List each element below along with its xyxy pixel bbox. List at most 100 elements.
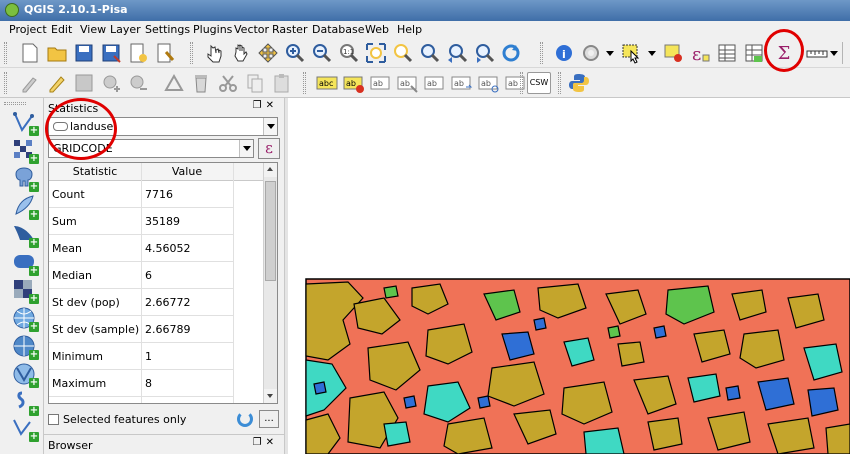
new-shapefile-layer-button[interactable]: + <box>12 416 39 442</box>
zoom-to-selection-icon[interactable] <box>392 42 414 64</box>
highlight-pinned-labels-icon[interactable]: ab <box>397 72 419 94</box>
table-row[interactable]: Median 6 <box>49 262 233 289</box>
pin-labels-icon[interactable]: ab <box>370 72 392 94</box>
pan-map-icon[interactable] <box>230 42 252 64</box>
cut-features-icon[interactable] <box>217 72 239 94</box>
refresh-icon[interactable] <box>500 42 522 64</box>
add-virtual-layer-button[interactable]: + <box>12 278 39 304</box>
toolbar-grip[interactable] <box>4 42 7 64</box>
add-wcs-layer-button[interactable]: + <box>12 334 39 360</box>
panel-float-close-icon[interactable]: ❐✕ <box>253 100 278 111</box>
column-header-value[interactable]: Value <box>141 165 233 178</box>
identify-features-icon[interactable]: i <box>553 42 575 64</box>
toolbar-grip[interactable] <box>190 42 193 64</box>
toolbar-grip[interactable] <box>520 72 523 94</box>
add-mssql-layer-button[interactable]: + <box>12 222 39 248</box>
delete-selected-icon[interactable] <box>190 72 212 94</box>
menu-view[interactable]: View <box>80 23 106 36</box>
menu-plugins[interactable]: Plugins <box>193 23 232 36</box>
table-row[interactable]: St dev (sample) 2.66789 <box>49 316 233 343</box>
measure-dropdown-icon[interactable] <box>830 51 838 56</box>
zoom-full-icon[interactable] <box>365 42 387 64</box>
add-spatialite-layer-button[interactable]: + <box>12 194 39 220</box>
toolbar-grip[interactable] <box>4 102 26 105</box>
toolbar-grip[interactable] <box>558 72 561 94</box>
table-row[interactable]: Sum 35189 <box>49 208 233 235</box>
zoom-to-layer-icon[interactable] <box>419 42 441 64</box>
composer-manager-icon[interactable] <box>154 42 176 64</box>
move-feature-icon[interactable] <box>127 72 149 94</box>
new-project-icon[interactable] <box>19 42 41 64</box>
measure-line-icon[interactable] <box>806 42 828 64</box>
deselect-features-icon[interactable] <box>662 42 684 64</box>
current-edits-icon[interactable] <box>19 72 41 94</box>
show-hide-labels-icon[interactable]: ab <box>424 72 446 94</box>
toolbar-grip[interactable] <box>4 72 7 94</box>
add-feature-icon[interactable] <box>100 72 122 94</box>
new-print-composer-icon[interactable] <box>127 42 149 64</box>
toolbar-grip[interactable] <box>540 42 543 64</box>
table-row[interactable]: Mean 4.56052 <box>49 235 233 262</box>
more-options-button[interactable]: ... <box>259 410 279 428</box>
node-tool-icon[interactable] <box>163 72 185 94</box>
selected-features-only-checkbox[interactable] <box>48 414 59 425</box>
layer-labeling-icon[interactable]: abc <box>316 72 338 94</box>
chevron-down-icon[interactable] <box>263 118 277 135</box>
scrollbar-thumb[interactable] <box>265 181 276 281</box>
scroll-up-icon[interactable] <box>264 163 277 177</box>
python-console-icon[interactable] <box>568 72 590 94</box>
toggle-editing-icon[interactable] <box>46 72 68 94</box>
copy-features-icon[interactable] <box>244 72 266 94</box>
zoom-out-icon[interactable] <box>311 42 333 64</box>
table-row[interactable]: Maximum 8 <box>49 370 233 397</box>
zoom-in-icon[interactable] <box>284 42 306 64</box>
run-action-dropdown-icon[interactable] <box>606 51 614 56</box>
label-settings-icon[interactable]: ab <box>343 72 365 94</box>
scroll-down-icon[interactable] <box>264 389 277 403</box>
zoom-native-resolution-icon[interactable]: 1:1 <box>338 42 360 64</box>
toolbar-grip[interactable] <box>303 72 306 94</box>
run-action-icon[interactable] <box>580 42 602 64</box>
menu-vector[interactable]: Vector <box>234 23 269 36</box>
table-scrollbar[interactable] <box>263 163 277 403</box>
field-calculator-icon[interactable] <box>743 42 765 64</box>
table-row[interactable]: Count 7716 <box>49 181 233 208</box>
menu-layer[interactable]: Layer <box>110 23 141 36</box>
add-postgis-layer-button[interactable]: + <box>12 166 39 192</box>
select-dropdown-icon[interactable] <box>648 51 656 56</box>
csw-button[interactable]: CSW <box>527 72 551 94</box>
open-project-icon[interactable] <box>46 42 68 64</box>
zoom-next-icon[interactable] <box>473 42 495 64</box>
expression-builder-button[interactable]: ε <box>258 138 280 159</box>
table-row[interactable]: Minimum 1 <box>49 343 233 370</box>
add-oracle-layer-button[interactable]: + <box>12 250 39 276</box>
save-project-icon[interactable] <box>73 42 95 64</box>
chevron-down-icon[interactable] <box>239 140 253 157</box>
menu-database[interactable]: Database <box>312 23 365 36</box>
zoom-last-icon[interactable] <box>446 42 468 64</box>
column-header-statistic[interactable]: Statistic <box>49 165 141 178</box>
save-as-icon[interactable] <box>100 42 122 64</box>
select-features-icon[interactable] <box>620 42 642 64</box>
map-canvas[interactable] <box>288 98 850 454</box>
add-wms-layer-button[interactable]: + <box>12 306 39 332</box>
menu-web[interactable]: Web <box>365 23 389 36</box>
rotate-label-icon[interactable]: ab <box>478 72 500 94</box>
menu-edit[interactable]: Edit <box>51 23 72 36</box>
panel-float-close-icon[interactable]: ❐✕ <box>253 437 278 448</box>
attribute-table-icon[interactable] <box>716 42 738 64</box>
menu-settings[interactable]: Settings <box>145 23 190 36</box>
add-raster-layer-button[interactable]: + <box>12 138 39 164</box>
pan-to-selection-icon[interactable] <box>257 42 279 64</box>
paste-features-icon[interactable] <box>271 72 293 94</box>
menu-help[interactable]: Help <box>397 23 422 36</box>
save-layer-edits-icon[interactable] <box>73 72 95 94</box>
table-row[interactable]: St dev (pop) 2.66772 <box>49 289 233 316</box>
add-wfs-layer-button[interactable]: + <box>12 362 39 388</box>
touch-zoom-icon[interactable] <box>203 42 225 64</box>
change-label-icon[interactable]: ab <box>505 72 527 94</box>
select-by-expression-icon[interactable]: ε <box>689 42 711 64</box>
add-delimited-text-layer-button[interactable]: + <box>12 390 39 416</box>
menu-raster[interactable]: Raster <box>272 23 307 36</box>
menu-project[interactable]: Project <box>9 23 47 36</box>
